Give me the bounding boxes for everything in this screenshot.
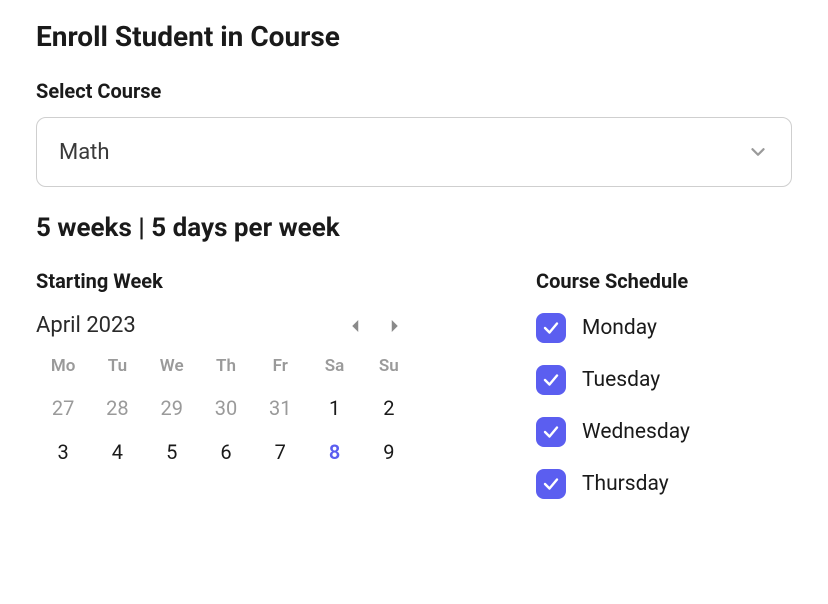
schedule-checkbox[interactable] <box>536 469 566 499</box>
course-summary: 5 weeks | 5 days per week <box>36 213 792 243</box>
calendar-day[interactable]: 1 <box>307 396 361 420</box>
calendar-prev-button[interactable] <box>344 314 368 338</box>
calendar-day[interactable]: 28 <box>90 396 144 420</box>
calendar-dow: Th <box>199 356 253 376</box>
calendar-dow: Sa <box>307 356 361 376</box>
page-title: Enroll Student in Course <box>36 20 792 53</box>
calendar-dow: Mo <box>36 356 90 376</box>
calendar-dow: Tu <box>90 356 144 376</box>
schedule-item: Wednesday <box>536 417 792 447</box>
schedule-day-label: Monday <box>582 316 657 340</box>
calendar-day[interactable]: 2 <box>362 396 416 420</box>
schedule-day-label: Tuesday <box>582 368 660 392</box>
schedule-item: Thursday <box>536 469 792 499</box>
calendar-month: April 2023 <box>36 313 136 338</box>
calendar-day[interactable]: 31 <box>253 396 307 420</box>
calendar-day[interactable]: 7 <box>253 440 307 464</box>
schedule-day-label: Wednesday <box>582 420 690 444</box>
chevron-down-icon <box>747 141 769 163</box>
calendar-dow: Fr <box>253 356 307 376</box>
calendar-day[interactable]: 9 <box>362 440 416 464</box>
calendar-day[interactable]: 29 <box>145 396 199 420</box>
calendar-day[interactable]: 5 <box>145 440 199 464</box>
calendar-day[interactable]: 27 <box>36 396 90 420</box>
course-schedule-label: Course Schedule <box>536 269 792 293</box>
schedule-day-label: Thursday <box>582 472 669 496</box>
schedule-checkbox[interactable] <box>536 417 566 447</box>
course-select[interactable]: Math <box>36 117 792 187</box>
select-course-label: Select Course <box>36 79 792 103</box>
schedule-checkbox[interactable] <box>536 365 566 395</box>
calendar-day[interactable]: 6 <box>199 440 253 464</box>
calendar-day[interactable]: 4 <box>90 440 144 464</box>
schedule-item: Monday <box>536 313 792 343</box>
schedule-item: Tuesday <box>536 365 792 395</box>
calendar-grid: MoTuWeThFrSaSu 272829303112 3456789 <box>36 356 416 464</box>
calendar-dow: Su <box>362 356 416 376</box>
calendar-next-button[interactable] <box>382 314 406 338</box>
calendar-day[interactable]: 8 <box>307 440 361 464</box>
course-select-value: Math <box>59 140 110 165</box>
calendar-day[interactable]: 30 <box>199 396 253 420</box>
starting-week-label: Starting Week <box>36 269 416 293</box>
calendar-day[interactable]: 3 <box>36 440 90 464</box>
schedule-checkbox[interactable] <box>536 313 566 343</box>
calendar-dow: We <box>145 356 199 376</box>
